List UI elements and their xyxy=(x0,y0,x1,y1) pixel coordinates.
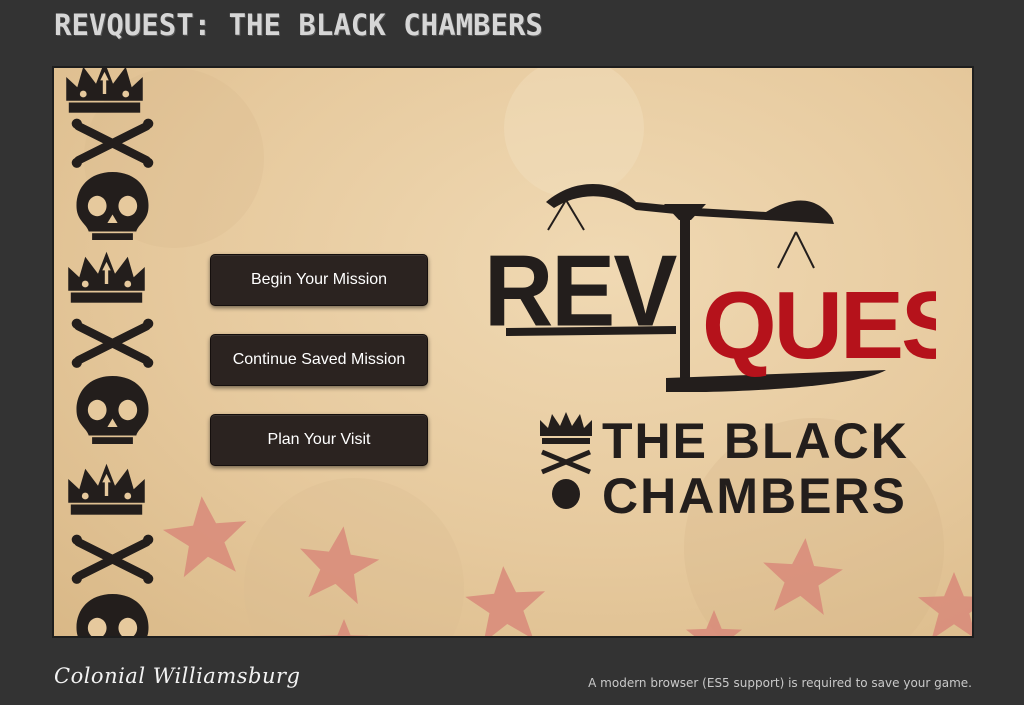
skull-crown-emblem-icon xyxy=(540,412,592,509)
star-icon xyxy=(918,572,972,636)
revquest-logo: REV QUEST THE BLACK CHAMBERS xyxy=(484,183,936,524)
plan-visit-button[interactable]: Plan Your Visit xyxy=(210,414,428,466)
crossbones-icon xyxy=(72,535,154,584)
logo-rev-text: REV xyxy=(484,234,677,347)
skull-icon xyxy=(76,172,149,240)
browser-requirement-note: A modern browser (ES5 support) is requir… xyxy=(588,676,972,690)
skull-icon xyxy=(76,594,149,636)
skull-icon xyxy=(76,376,149,444)
page-title: REVQUEST: THE BLACK CHAMBERS xyxy=(54,8,543,42)
crossbones-icon xyxy=(72,119,154,168)
logo-line-1: THE BLACK xyxy=(602,413,909,469)
crossbones-icon xyxy=(72,319,154,368)
star-icon xyxy=(159,491,252,579)
star-icon xyxy=(759,534,846,617)
star-icon xyxy=(293,520,384,607)
logo-quest-text: QUEST xyxy=(702,272,936,379)
crown-icon xyxy=(66,68,143,113)
crown-icon xyxy=(68,463,145,515)
begin-mission-button[interactable]: Begin Your Mission xyxy=(210,254,428,306)
colonial-williamsburg-logo[interactable]: Colonial Williamsburg xyxy=(54,664,300,688)
continue-mission-button[interactable]: Continue Saved Mission xyxy=(210,334,428,386)
star-icon xyxy=(463,563,549,636)
star-icon xyxy=(320,619,368,636)
skull-crown-border xyxy=(66,68,162,636)
game-canvas[interactable]: Begin Your Mission Continue Saved Missio… xyxy=(52,66,974,638)
star-icon xyxy=(686,610,742,636)
crown-icon xyxy=(68,251,145,303)
logo-line-2: CHAMBERS xyxy=(602,468,907,524)
main-menu: Begin Your Mission Continue Saved Missio… xyxy=(210,254,430,494)
